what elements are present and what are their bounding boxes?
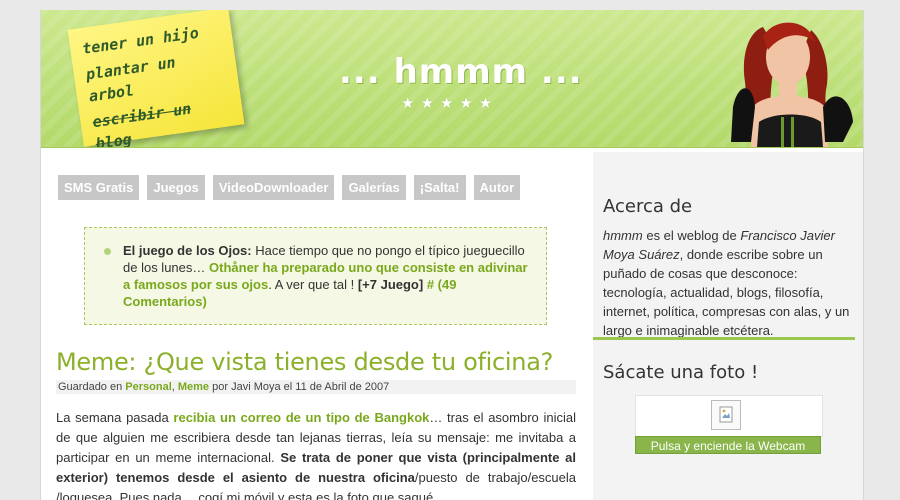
notice-text-2: . A ver que tal ! [268, 277, 355, 292]
nav-galerias[interactable]: Galerías [342, 175, 406, 200]
category-meme[interactable]: Meme [178, 381, 209, 393]
webcam-preview[interactable] [635, 395, 823, 437]
meta-prefix: Guardado en [58, 381, 123, 393]
nav-salta[interactable]: ¡Salta! [413, 175, 466, 200]
nav-juegos[interactable]: Juegos [147, 175, 205, 200]
photo-heading: Sácate una foto ! [603, 362, 759, 383]
broken-image-icon [711, 400, 741, 430]
nav-videodownloader[interactable]: VideoDownloader [212, 175, 335, 200]
featured-notice: El juego de los Ojos: Hace tiempo que no… [84, 227, 547, 325]
webcam-button[interactable]: Pulsa y enciende la Webcam [635, 436, 821, 454]
post-body: La semana pasada recibia un correo de un… [56, 408, 576, 500]
about-text: hmmm es el weblog de Francisco Javier Mo… [603, 226, 853, 340]
post-link-bangkok[interactable]: recibia un correo de un tipo de Bangkok [173, 410, 429, 425]
post-meta: Guardado en Personal, Meme por Javi Moya… [56, 380, 576, 394]
sticky-note: tener un hijo plantar un arbol escribir … [67, 10, 245, 147]
header-girl-illustration [731, 22, 853, 147]
bullet-icon [104, 248, 111, 255]
site-title[interactable]: ... hmmm ... [339, 52, 583, 92]
page: tener un hijo plantar un arbol escribir … [40, 10, 864, 500]
rating-stars: ★★★★★ [401, 95, 499, 112]
about-section: hmmm es el weblog de Francisco Javier Mo… [603, 218, 853, 340]
category-personal[interactable]: Personal [125, 381, 171, 393]
sidebar-divider [593, 337, 855, 340]
notice-label: El juego de los Ojos: [123, 243, 252, 258]
about-heading: Acerca de [603, 196, 693, 217]
notice-tag[interactable]: [+7 Juego] [358, 277, 423, 292]
blog-post: Meme: ¿Que vista tienes desde tu oficina… [56, 348, 576, 500]
post-text-1: La semana pasada [56, 410, 169, 425]
about-text-1: es el weblog de [646, 228, 737, 243]
sidebar: Acerca de hmmm es el weblog de Francisco… [593, 152, 863, 500]
photo-section: Sácate una foto ! Pulsa y enciende la We… [603, 362, 853, 454]
nav-autor[interactable]: Autor [473, 175, 521, 200]
nav-sms-gratis[interactable]: SMS Gratis [58, 175, 140, 200]
nav-bar: SMS Gratis Juegos VideoDownloader Galerí… [58, 175, 521, 200]
site-header: tener un hijo plantar un arbol escribir … [41, 10, 863, 148]
post-title[interactable]: Meme: ¿Que vista tienes desde tu oficina… [56, 348, 576, 376]
meta-author-date: por Javi Moya el 11 de Abril de 2007 [212, 381, 390, 393]
about-site-name: hmmm [603, 228, 643, 243]
